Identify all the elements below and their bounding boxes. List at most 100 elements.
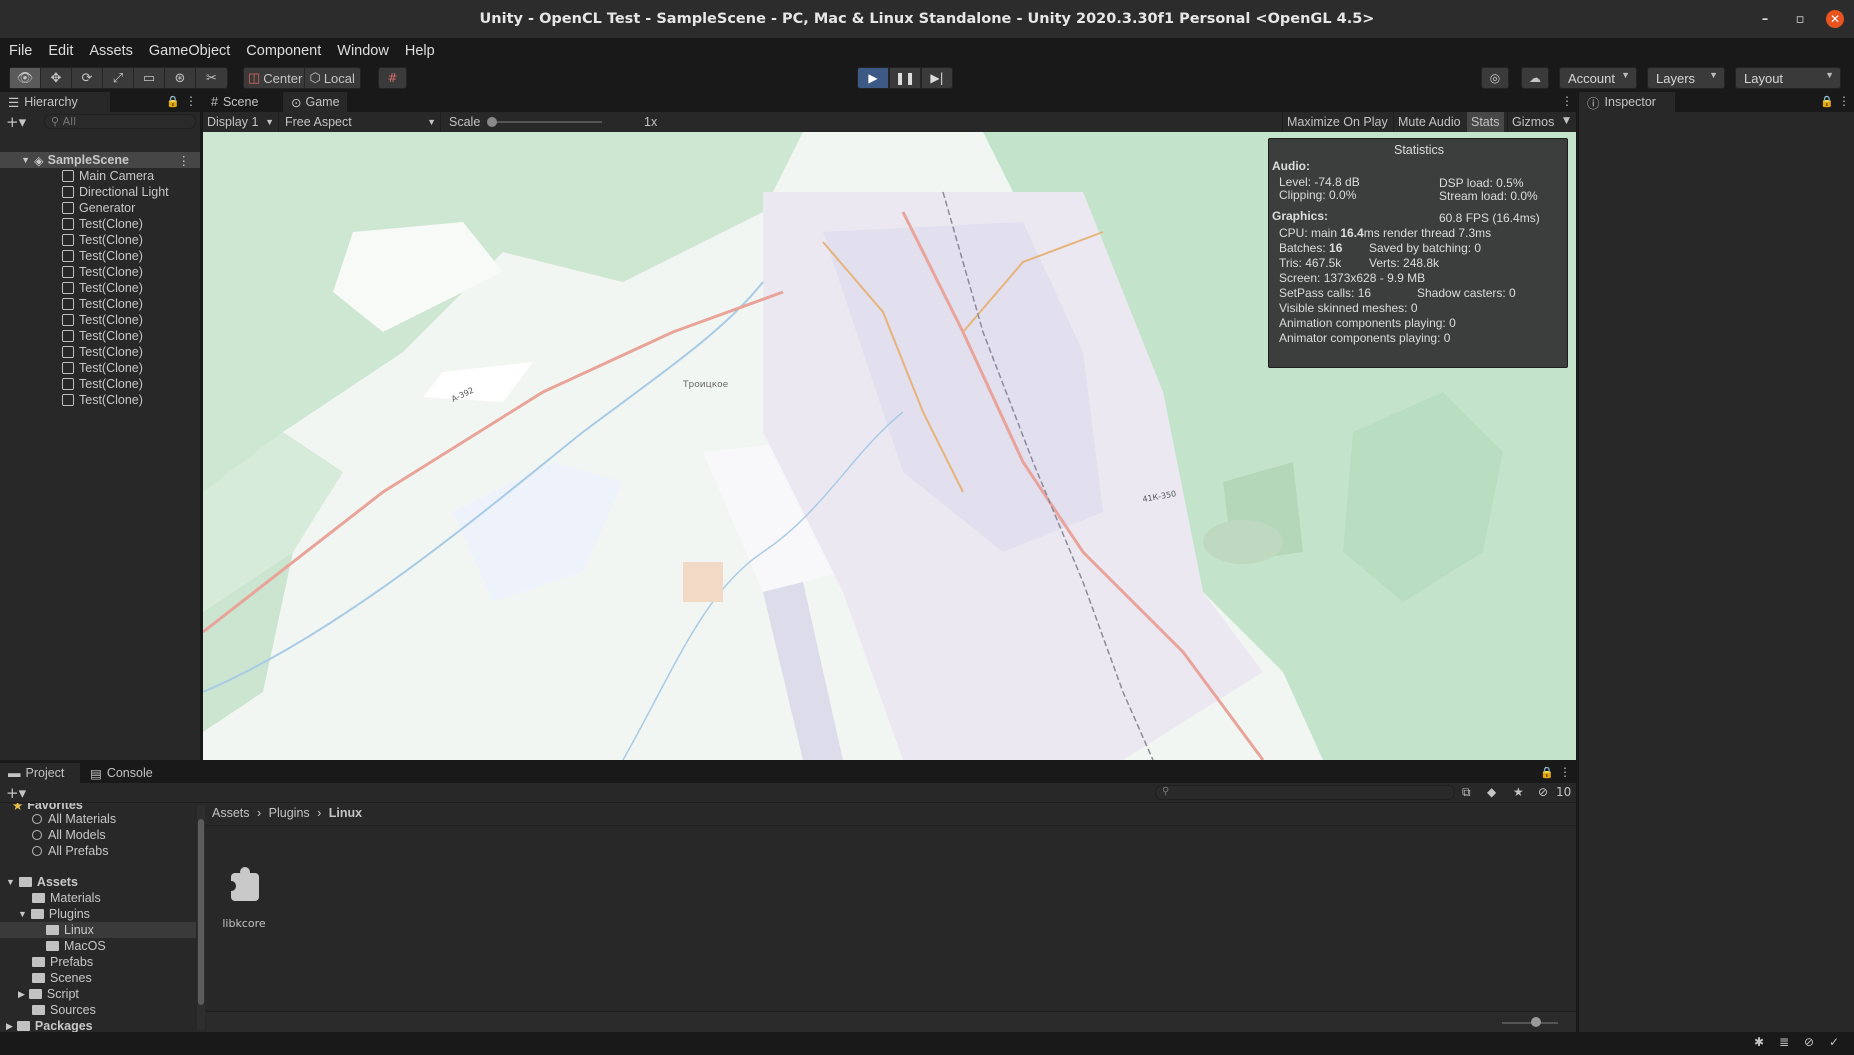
tree-scrollbar[interactable] (197, 805, 205, 1030)
tab-scene[interactable]: # Scene (203, 92, 273, 112)
hierarchy-item[interactable]: Test(Clone) (0, 264, 200, 280)
cloud-icon[interactable]: ☁ (1521, 67, 1549, 89)
folder-materials[interactable]: Materials (32, 890, 101, 906)
breadcrumb-assets[interactable]: Assets (212, 806, 250, 820)
add-icon[interactable]: +▾ (6, 784, 26, 802)
more-icon[interactable]: ⋮ (1561, 94, 1573, 108)
lock-icon[interactable]: 🔒 (166, 95, 180, 108)
breadcrumb-plugins[interactable]: Plugins (269, 806, 310, 820)
hierarchy-item[interactable]: Test(Clone) (0, 376, 200, 392)
pivot-center-button[interactable]: ◫ Center (244, 68, 306, 88)
menu-edit[interactable]: Edit (40, 43, 81, 59)
hierarchy-item[interactable]: Test(Clone) (0, 392, 200, 408)
layout-dropdown[interactable]: Layout ▼ (1735, 67, 1841, 89)
account-dropdown[interactable]: Account ▼ (1559, 67, 1637, 89)
hierarchy-search-input[interactable]: ⚲ All (44, 114, 196, 129)
lock-icon[interactable]: 🔒 (1820, 95, 1834, 108)
folder-script[interactable]: ▶ Script (18, 986, 79, 1002)
hidden-packages-icon[interactable]: ⊘ (1538, 785, 1548, 799)
star-icon[interactable]: ★ (1513, 785, 1524, 799)
lock-icon[interactable]: 🔒 (1540, 766, 1554, 779)
tab-inspector[interactable]: ⓘ Inspector (1579, 92, 1675, 112)
folder-sources[interactable]: Sources (32, 1002, 96, 1018)
cache-icon[interactable]: ≣ (1779, 1035, 1789, 1049)
project-search-input[interactable]: ⚲ (1155, 785, 1455, 800)
restore-icon[interactable]: ▫ (1791, 10, 1809, 28)
scale-tool-icon[interactable]: ⤢ (103, 68, 134, 88)
hierarchy-item[interactable]: Directional Light (0, 184, 200, 200)
rotate-tool-icon[interactable]: ⟳ (72, 68, 103, 88)
folder-scenes[interactable]: Scenes (32, 970, 92, 986)
fav-all-models[interactable]: All Models (32, 827, 106, 843)
hierarchy-item[interactable]: Test(Clone) (0, 328, 200, 344)
folder-prefabs[interactable]: Prefabs (32, 954, 93, 970)
pivot-local-button[interactable]: ⬡ Local (305, 68, 360, 88)
menu-gameobject[interactable]: GameObject (141, 43, 238, 59)
hierarchy-item[interactable]: Test(Clone) (0, 232, 200, 248)
hierarchy-item[interactable]: Main Camera (0, 168, 200, 184)
folder-plugins[interactable]: ▼ Plugins (18, 906, 90, 922)
hierarchy-item[interactable]: Test(Clone) (0, 344, 200, 360)
display-dropdown[interactable]: Display 1 ▼ (203, 112, 279, 132)
auto-generate-icon[interactable]: ⊘ (1804, 1035, 1814, 1049)
scrollbar-thumb[interactable] (198, 819, 204, 1005)
rect-tool-icon[interactable]: ▭ (134, 68, 165, 88)
hierarchy-item[interactable]: Generator (0, 200, 200, 216)
debug-icon[interactable]: ✱ (1754, 1035, 1764, 1049)
hierarchy-item[interactable]: Test(Clone) (0, 312, 200, 328)
stats-button[interactable]: Stats (1467, 112, 1504, 132)
more-icon[interactable]: ⋮ (1559, 765, 1571, 779)
hierarchy-item[interactable]: Test(Clone) (0, 296, 200, 312)
maximize-on-play-button[interactable]: Maximize On Play (1282, 112, 1392, 132)
more-icon[interactable]: ⋮ (1838, 94, 1850, 108)
menu-assets[interactable]: Assets (81, 43, 141, 59)
packages-root[interactable]: ▶ Packages (6, 1018, 93, 1032)
chevron-down-icon[interactable]: ▼ (1563, 116, 1570, 126)
hierarchy-item[interactable]: Test(Clone) (0, 248, 200, 264)
label-icon[interactable]: ◆ (1487, 785, 1496, 799)
collab-icon[interactable]: ◎ (1481, 67, 1509, 89)
gizmos-button[interactable]: Gizmos (1507, 112, 1558, 132)
minimize-icon[interactable]: – (1756, 10, 1774, 28)
scale-slider-thumb[interactable] (487, 117, 497, 127)
tab-console[interactable]: ▤ Console (82, 763, 162, 783)
fav-all-prefabs[interactable]: All Prefabs (32, 843, 108, 859)
pause-button[interactable]: ❚❚ (889, 67, 921, 89)
hierarchy-item[interactable]: Test(Clone) (0, 280, 200, 296)
hierarchy-item[interactable]: Test(Clone) (0, 216, 200, 232)
tab-project[interactable]: ▬ Project (0, 763, 80, 783)
menu-file[interactable]: File (0, 43, 40, 59)
transform-tool-icon[interactable]: ⊛ (165, 68, 196, 88)
folder-macos[interactable]: MacOS (46, 938, 106, 954)
grid-snap-icon[interactable]: # (378, 67, 407, 89)
plugin-asset[interactable] (227, 867, 260, 903)
layers-dropdown[interactable]: Layers ▼ (1647, 67, 1725, 89)
filter-type-icon[interactable]: ⧉ (1462, 785, 1471, 800)
check-icon[interactable]: ✓ (1829, 1035, 1839, 1049)
more-icon[interactable]: ⋮ (178, 153, 191, 168)
tab-game[interactable]: ⊙ Game (283, 92, 347, 112)
view-tool-icon[interactable]: 👁 (10, 68, 41, 88)
menu-window[interactable]: Window (329, 43, 397, 59)
scene-row[interactable]: ▼ ◈ SampleScene ⋮ (0, 152, 200, 168)
menu-component[interactable]: Component (238, 43, 329, 59)
scale-slider[interactable] (490, 121, 602, 123)
aspect-dropdown[interactable]: Free Aspect ▼ (281, 112, 441, 132)
add-icon[interactable]: +▾ (6, 113, 26, 131)
breadcrumb-linux[interactable]: Linux (329, 806, 362, 820)
step-button[interactable]: ▶| (921, 67, 953, 89)
zoom-slider[interactable] (1502, 1022, 1558, 1024)
more-icon[interactable]: ⋮ (185, 94, 197, 108)
custom-tool-icon[interactable]: ✂ (196, 68, 227, 88)
menu-help[interactable]: Help (397, 43, 443, 59)
hierarchy-item[interactable]: Test(Clone) (0, 360, 200, 376)
zoom-slider-thumb[interactable] (1531, 1017, 1541, 1027)
assets-root[interactable]: ▼ Assets (6, 874, 78, 890)
folder-linux[interactable]: Linux (0, 922, 196, 938)
tab-hierarchy[interactable]: ☰ Hierarchy (0, 92, 110, 112)
fav-all-materials[interactable]: All Materials (32, 811, 116, 827)
mute-audio-button[interactable]: Mute Audio (1393, 112, 1465, 132)
move-tool-icon[interactable]: ✥ (41, 68, 72, 88)
close-icon[interactable]: ✕ (1826, 10, 1844, 28)
play-button[interactable]: ▶ (857, 67, 889, 89)
